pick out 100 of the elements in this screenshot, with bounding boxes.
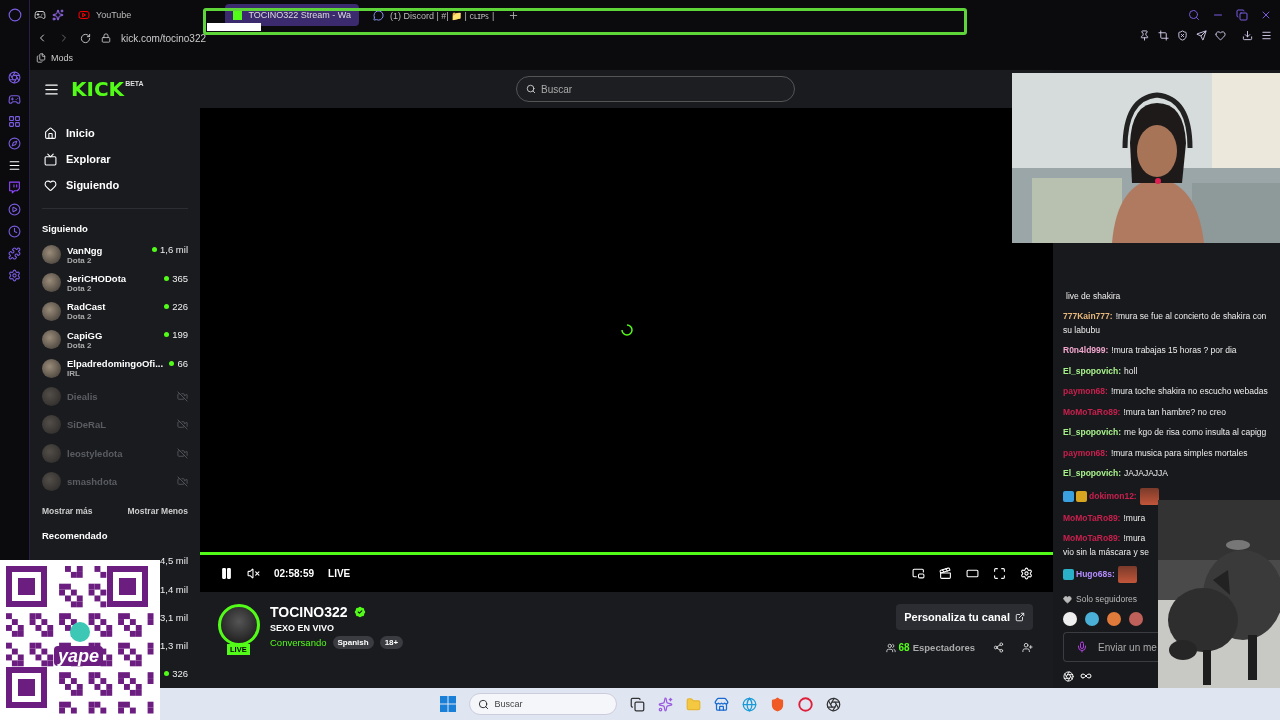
show-more-link[interactable]: Mostrar más xyxy=(42,505,93,516)
chat-message: El_spopovich: holl xyxy=(1063,365,1138,376)
reload-icon[interactable] xyxy=(80,32,91,44)
qr-logo-text: yape xyxy=(54,646,104,666)
download-icon[interactable] xyxy=(1242,30,1253,41)
play-icon[interactable] xyxy=(8,203,21,216)
mute-icon[interactable] xyxy=(247,567,260,580)
infinity-icon[interactable] xyxy=(1080,670,1092,682)
task-view-icon[interactable] xyxy=(629,696,645,712)
ring-icon[interactable] xyxy=(7,8,22,22)
chat-message: paymon68: !mura musica para simples mortales xyxy=(1063,447,1248,458)
customize-button[interactable]: Personaliza tu canal xyxy=(896,604,1033,630)
channel-category: Dota 2 xyxy=(67,283,93,293)
copilot-icon[interactable] xyxy=(657,696,673,712)
viewer-count: 66 xyxy=(177,357,188,369)
users-icon xyxy=(885,642,896,653)
channel-category: Dota 2 xyxy=(67,340,92,350)
browser-tab[interactable]: YouTube xyxy=(70,4,140,26)
close-icon[interactable] xyxy=(1260,9,1272,21)
nav-link[interactable]: Siguiendo xyxy=(42,172,188,199)
clapperboard-icon[interactable] xyxy=(939,567,952,580)
channel-category: Dota 2 xyxy=(67,312,93,322)
sparkle-icon[interactable] xyxy=(52,9,64,21)
taskbar-search[interactable]: Buscar xyxy=(468,693,617,715)
video-off-icon xyxy=(177,390,188,402)
viewer-count: 226 xyxy=(172,301,188,313)
viewer-count: 1,3 mil xyxy=(160,640,188,652)
viewer-count: 199 xyxy=(172,329,188,341)
aperture-icon[interactable] xyxy=(8,71,21,84)
mic-icon xyxy=(1076,641,1088,653)
ring-icon[interactable] xyxy=(797,696,813,712)
video-off-icon xyxy=(177,419,188,431)
lock-icon xyxy=(101,33,111,43)
chat-message: paymon68: !mura toche shakira no escucho webadas xyxy=(1063,386,1268,396)
channel-name[interactable]: JeriCHODota xyxy=(67,272,159,284)
show-less-link[interactable]: Mostrar Menos xyxy=(127,505,188,516)
clock-icon[interactable] xyxy=(8,225,21,238)
chat-message: Hugo68s: xyxy=(1076,568,1115,579)
grid-icon[interactable] xyxy=(8,115,21,128)
compass-icon[interactable] xyxy=(8,137,21,150)
chat-message: dokimon12: xyxy=(1089,490,1137,501)
theater-icon[interactable] xyxy=(966,567,979,580)
channel-name[interactable]: CapiGG xyxy=(67,329,159,341)
pip-icon[interactable] xyxy=(912,567,925,580)
redaction-block xyxy=(207,23,261,31)
bookmark-icon xyxy=(36,53,46,63)
store-icon[interactable] xyxy=(713,696,729,712)
browser-tab[interactable]: (1) Discord | #| 📁 | ᴄʟɪᴘꜱ | xyxy=(364,4,503,26)
external-link-icon xyxy=(1015,612,1025,622)
category-link[interactable]: Conversando xyxy=(270,637,327,648)
emote-icon[interactable] xyxy=(1063,612,1077,626)
pause-icon[interactable] xyxy=(220,567,233,580)
pin-icon[interactable] xyxy=(1139,30,1150,41)
tag[interactable]: 18+ xyxy=(379,636,404,649)
heart-icon[interactable] xyxy=(1215,30,1226,41)
square-icon xyxy=(233,10,243,20)
search-field[interactable]: Buscar xyxy=(516,76,795,102)
home-icon xyxy=(44,126,57,140)
twitch-icon[interactable] xyxy=(8,181,21,194)
gamepad-icon[interactable] xyxy=(34,9,46,21)
channel-category: Dota 2 xyxy=(67,255,92,265)
send-icon[interactable] xyxy=(1196,30,1207,41)
share-icon[interactable] xyxy=(993,642,1004,653)
kick-logo[interactable]: KICK xyxy=(71,77,125,101)
address-text[interactable]: kick.com/tocino322 xyxy=(121,32,207,44)
chat-icon xyxy=(372,9,384,21)
puzzle-icon[interactable] xyxy=(8,247,21,260)
viewer-count: 3,1 mil xyxy=(160,611,188,623)
bookmark-link[interactable]: Mods xyxy=(51,53,73,63)
channel-name[interactable]: VanNgg xyxy=(67,244,146,256)
nav-link[interactable]: Explorar xyxy=(42,146,188,173)
channel-name[interactable]: RadCast xyxy=(67,301,159,313)
nav-link[interactable]: Inicio xyxy=(42,120,188,147)
browser-icon[interactable] xyxy=(741,696,757,712)
viewer-count: 68 xyxy=(898,642,910,653)
restore-icon[interactable] xyxy=(1236,9,1248,21)
stream-time: 02:58:59 xyxy=(274,568,315,579)
tv-icon xyxy=(44,152,57,166)
new-tab-icon[interactable] xyxy=(508,9,520,21)
live-dot xyxy=(164,304,170,310)
fullscreen-icon[interactable] xyxy=(993,567,1006,580)
aperture-icon[interactable] xyxy=(825,696,841,712)
search-icon xyxy=(526,84,536,94)
channel-avatar[interactable] xyxy=(218,604,260,646)
emote-icon[interactable] xyxy=(1085,612,1099,626)
stream-title: SEXO EN VIVO xyxy=(270,623,336,633)
chat-message: MoMoTaRo89: !mura xyxy=(1063,512,1146,523)
search-icon[interactable] xyxy=(1188,9,1200,21)
shield-icon[interactable] xyxy=(1177,30,1188,41)
emote-icon[interactable] xyxy=(1107,612,1121,626)
follow-icon[interactable] xyxy=(1022,642,1033,653)
menu-icon[interactable] xyxy=(44,81,59,97)
channel-category: IRL xyxy=(67,369,81,378)
crop-icon[interactable] xyxy=(1158,30,1169,41)
menu-icon[interactable] xyxy=(1261,30,1272,41)
channel-name[interactable]: ElpadredomingoOfi... xyxy=(67,358,164,369)
tag[interactable]: Spanish xyxy=(332,636,374,649)
video-off-icon xyxy=(177,475,188,487)
viewer-count: 326 xyxy=(172,668,188,680)
windows-icon[interactable] xyxy=(439,696,456,712)
